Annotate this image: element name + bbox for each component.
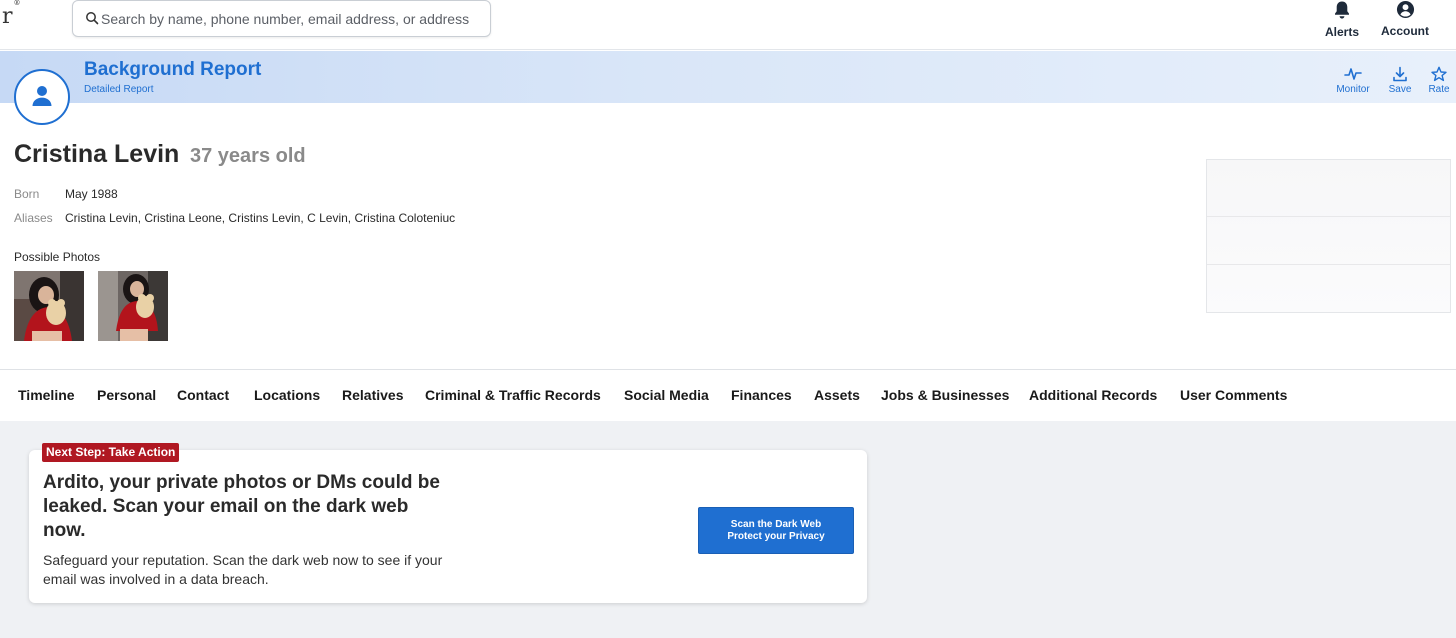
- person-name: Cristina Levin: [14, 140, 180, 168]
- next-step-badge: Next Step: Take Action: [42, 443, 180, 462]
- person-icon: [32, 86, 52, 106]
- possible-photos-title: Possible Photos: [14, 250, 101, 264]
- pulse-icon: [1344, 68, 1362, 80]
- tab-finances[interactable]: Finances: [731, 387, 792, 403]
- aliases-label: Aliases: [14, 211, 53, 225]
- account-button[interactable]: Account: [1378, 0, 1432, 38]
- born-label: Born: [14, 187, 40, 201]
- save-label: Save: [1388, 84, 1412, 95]
- bell-icon: [1335, 1, 1349, 19]
- tab-personal[interactable]: Personal: [97, 387, 156, 403]
- tab-timeline[interactable]: Timeline: [18, 387, 75, 403]
- rate-label: Rate: [1428, 84, 1450, 95]
- download-icon: [1393, 66, 1407, 82]
- top-bar: r® Alerts Account: [0, 0, 1456, 50]
- photo-thumbnail: [14, 271, 84, 341]
- report-subtitle: Detailed Report: [84, 84, 154, 95]
- scan-dark-web-button[interactable]: Scan the Dark Web Protect your Privacy: [698, 507, 854, 554]
- account-icon: [1396, 0, 1414, 19]
- promo-heading: Ardito, your private photos or DMs could…: [43, 472, 440, 541]
- tab-contact[interactable]: Contact: [177, 387, 229, 403]
- aliases-value: Cristina Levin, Cristina Leone, Cristins…: [65, 211, 456, 225]
- promo-body: Safeguard your reputation. Scan the dark…: [43, 552, 443, 587]
- account-label: Account: [1381, 24, 1429, 38]
- logo-letter: r: [2, 4, 13, 29]
- tab-user-comments[interactable]: User Comments: [1180, 387, 1287, 403]
- tab-relatives[interactable]: Relatives: [342, 387, 403, 403]
- tab-additional-records[interactable]: Additional Records: [1029, 387, 1157, 403]
- save-button[interactable]: Save: [1386, 66, 1414, 95]
- alerts-label: Alerts: [1324, 25, 1359, 39]
- tab-jobs-businesses[interactable]: Jobs & Businesses: [881, 387, 1009, 403]
- born-value: May 1988: [65, 187, 118, 201]
- star-icon: [1431, 66, 1447, 82]
- tab-locations[interactable]: Locations: [254, 387, 320, 403]
- tab-social-media[interactable]: Social Media: [624, 387, 709, 403]
- monitor-label: Monitor: [1336, 84, 1370, 95]
- scan-button-line2: Protect your Privacy: [727, 530, 825, 542]
- person-age: 37 years old: [190, 145, 306, 167]
- photo-thumbnail: [98, 271, 168, 341]
- scan-button-line1: Scan the Dark Web: [730, 518, 822, 530]
- brand-logo[interactable]: r®: [2, 0, 21, 29]
- possible-photo[interactable]: [98, 271, 168, 341]
- report-section-tabs: Timeline Personal Contact Locations Rela…: [0, 369, 1456, 421]
- placeholder-panel: [1206, 159, 1451, 313]
- rate-button[interactable]: Rate: [1426, 66, 1452, 95]
- alerts-button[interactable]: Alerts: [1322, 0, 1362, 39]
- tab-assets[interactable]: Assets: [814, 387, 860, 403]
- avatar: [14, 69, 70, 125]
- search-box[interactable]: [72, 0, 491, 37]
- panel-divider: [1207, 216, 1450, 217]
- search-input[interactable]: [101, 9, 481, 29]
- tab-criminal-traffic-records[interactable]: Criminal & Traffic Records: [425, 387, 601, 403]
- logo-registered-mark: ®: [13, 0, 21, 7]
- panel-divider: [1207, 264, 1450, 265]
- report-title: Background Report: [84, 59, 262, 80]
- possible-photo[interactable]: [14, 271, 84, 341]
- search-icon: [86, 12, 99, 25]
- monitor-button[interactable]: Monitor: [1332, 66, 1374, 95]
